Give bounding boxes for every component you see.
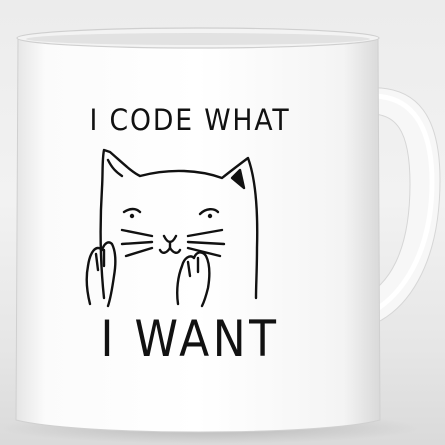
mug-slogan-line-1: I CODE WHAT [89,103,291,137]
product-photo: I CODE WHAT I WANT [0,0,445,445]
mug-slogan-line-2: I WANT [100,310,280,368]
mug-illustration [0,27,441,444]
